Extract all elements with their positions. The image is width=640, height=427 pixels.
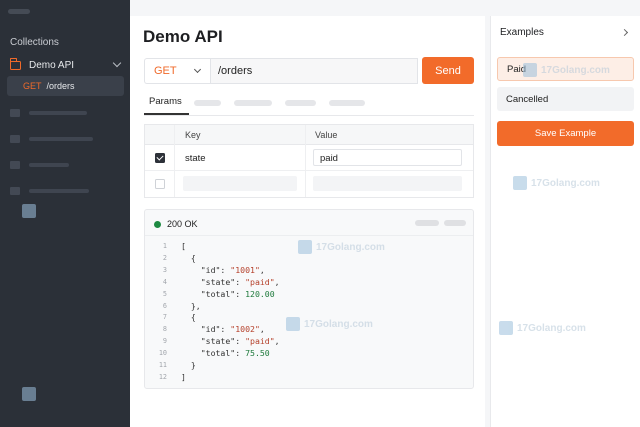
table-row-empty xyxy=(145,171,473,197)
code-line: }, xyxy=(181,300,201,311)
tab-placeholder[interactable] xyxy=(234,100,272,106)
line-number: 4 xyxy=(162,277,167,286)
response-action-placeholder[interactable] xyxy=(444,220,466,226)
examples-panel: Examples Paid Cancelled Save Example xyxy=(490,16,640,427)
params-header: Key Value xyxy=(145,125,473,145)
send-button[interactable]: Send xyxy=(422,57,474,84)
sidebar-section-title: Collections xyxy=(10,37,59,48)
tab-placeholder[interactable] xyxy=(329,100,365,106)
column-header-value: Value xyxy=(315,130,338,140)
line-number: 12 xyxy=(158,372,167,381)
collection-name: Demo API xyxy=(29,59,75,71)
line-number: 11 xyxy=(158,361,167,369)
sidebar-toolbar-placeholder xyxy=(8,9,30,14)
code-line: ] xyxy=(181,371,186,382)
code-line: "state": "paid", xyxy=(181,276,280,287)
line-number: 10 xyxy=(158,349,167,358)
chevron-down-icon[interactable] xyxy=(112,58,122,68)
save-example-button[interactable]: Save Example xyxy=(497,121,634,146)
tab-placeholder[interactable] xyxy=(194,100,221,106)
page-title: Demo API xyxy=(143,27,223,46)
request-method-label: GET xyxy=(23,81,42,91)
folder-icon xyxy=(10,109,20,117)
row-checkbox[interactable] xyxy=(155,153,165,163)
url-input[interactable]: /orders xyxy=(210,58,418,84)
response-panel: 200 OK 1 [2 {3 "id": "1001", 4 "state": "p… xyxy=(144,209,474,389)
code-line: "total": 75.50 xyxy=(181,348,270,359)
example-item-cancelled[interactable]: Cancelled xyxy=(497,87,634,111)
sidebar-placeholder-item xyxy=(10,134,93,144)
line-number: 9 xyxy=(162,337,167,346)
status-dot-icon xyxy=(154,220,161,228)
sidebar-placeholder-item xyxy=(10,108,87,118)
code-line: [ xyxy=(181,241,186,251)
row-checkbox[interactable] xyxy=(155,179,165,189)
response-divider xyxy=(145,235,473,236)
folder-icon xyxy=(9,57,21,70)
examples-title: Examples xyxy=(500,27,544,38)
request-editor: Demo API GET /orders Send Params Key Val… xyxy=(130,16,485,427)
params-table: Key Value state paid xyxy=(144,124,474,198)
param-key-placeholder[interactable] xyxy=(183,176,297,191)
line-number: 6 xyxy=(162,301,167,310)
example-item-paid[interactable]: Paid xyxy=(497,57,634,81)
line-number: 1 xyxy=(162,242,167,250)
code-line: "total": 120.00 xyxy=(181,288,275,299)
column-header-key: Key xyxy=(185,130,201,140)
code-line: "id": "1001", xyxy=(181,264,265,275)
param-value-input[interactable]: paid xyxy=(313,149,462,166)
column-divider xyxy=(305,125,306,197)
code-line: { xyxy=(181,312,196,323)
line-number: 2 xyxy=(162,253,167,262)
tab-divider xyxy=(144,115,474,116)
line-number: 7 xyxy=(162,313,167,322)
tab-placeholder[interactable] xyxy=(285,100,316,106)
chevron-right-icon[interactable] xyxy=(620,28,629,37)
code-line: } xyxy=(181,360,196,370)
placeholder-bar xyxy=(29,163,69,167)
column-divider xyxy=(174,125,175,197)
param-value-placeholder[interactable] xyxy=(313,176,462,191)
line-number: 5 xyxy=(162,289,167,298)
code-line: "id": "1002", xyxy=(181,324,265,335)
folder-icon xyxy=(10,187,20,195)
placeholder-bar xyxy=(29,111,87,115)
chevron-down-icon xyxy=(193,65,202,74)
tab-params[interactable]: Params xyxy=(149,96,182,107)
line-number: 3 xyxy=(162,265,167,274)
sidebar: Collections Demo API GET /orders xyxy=(0,0,130,427)
status-badge: 200 OK xyxy=(154,219,198,229)
line-number: 8 xyxy=(162,325,167,334)
method-value: GET xyxy=(154,65,177,77)
table-row: state paid xyxy=(145,145,473,171)
folder-icon xyxy=(10,135,20,143)
response-action-placeholder[interactable] xyxy=(415,220,439,226)
status-text: 200 OK xyxy=(167,219,198,229)
placeholder-bar xyxy=(29,189,89,193)
collection-item-demo-api[interactable]: Demo API xyxy=(6,55,130,75)
method-select[interactable]: GET xyxy=(144,58,210,84)
sidebar-placeholder-item xyxy=(10,160,69,170)
param-key-cell[interactable]: state xyxy=(185,153,206,164)
sidebar-request-item[interactable]: GET /orders xyxy=(7,76,124,96)
code-line: "state": "paid", xyxy=(181,336,280,347)
code-line: { xyxy=(181,252,196,263)
placeholder-bar xyxy=(29,137,93,141)
folder-icon xyxy=(10,161,20,169)
request-path-label: /orders xyxy=(46,81,75,91)
sidebar-placeholder-item xyxy=(10,186,89,196)
